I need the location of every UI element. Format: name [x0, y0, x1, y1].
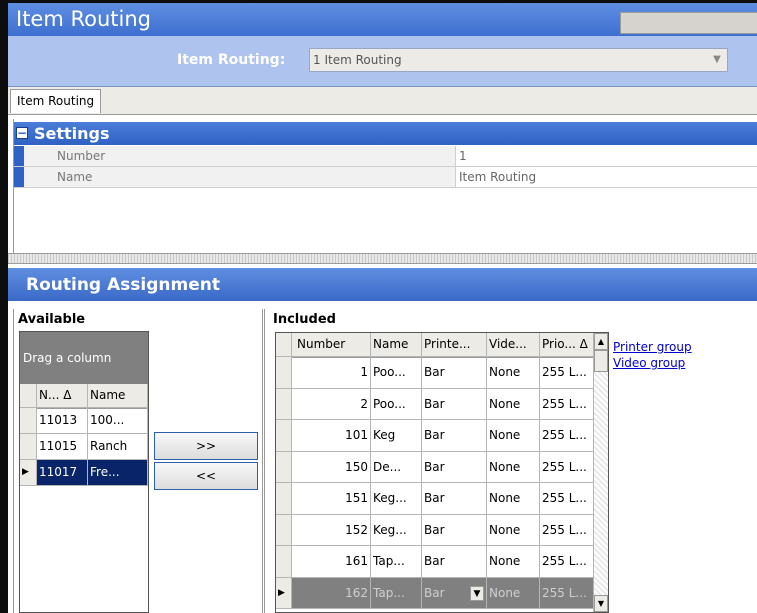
- scroll-up-icon[interactable]: ▲: [594, 333, 608, 350]
- panel-splitter[interactable]: [8, 253, 757, 264]
- item-routing-combo-value: 1 Item Routing: [313, 53, 402, 67]
- item-routing-combo[interactable]: 1 Item Routing ▼: [309, 48, 728, 72]
- settings-category-header[interactable]: − Settings: [14, 122, 757, 145]
- record-selector-bar: Item Routing: 1 Item Routing ▼: [8, 36, 757, 87]
- window-title: Item Routing: [16, 7, 151, 31]
- scroll-thumb[interactable]: [594, 350, 608, 372]
- video-group-link[interactable]: Video group: [613, 355, 692, 371]
- available-panel: Available Drag a column N... Δ Name 1101…: [13, 309, 263, 613]
- column-header-number[interactable]: N... Δ: [37, 384, 88, 408]
- available-grid-header: N... Δ Name: [20, 384, 148, 409]
- included-grid-header: Number Name Printe... Vide... Prio... Δ: [276, 333, 594, 358]
- title-bar: Item Routing: [8, 3, 757, 36]
- printer-dropdown-icon[interactable]: ▼: [470, 585, 484, 601]
- routing-assignment-header: Routing Assignment: [8, 268, 757, 301]
- column-header-printer[interactable]: Printe...: [422, 333, 487, 357]
- property-row-name[interactable]: Name Item Routing: [14, 167, 757, 188]
- column-header-name[interactable]: Name: [88, 384, 148, 408]
- available-grid[interactable]: Drag a column N... Δ Name 11013 100... 1…: [19, 331, 149, 613]
- property-row-number[interactable]: Number 1: [14, 146, 757, 167]
- routing-assignment-title: Routing Assignment: [26, 275, 220, 295]
- settings-property-grid: − Settings Number 1 Name Item Routing: [13, 119, 757, 259]
- property-name: Name: [24, 167, 456, 187]
- included-scrollbar[interactable]: ▲ ▼: [593, 333, 608, 612]
- title-bar-box: [620, 12, 757, 34]
- item-routing-label: Item Routing:: [177, 52, 286, 68]
- property-name: Number: [24, 146, 456, 166]
- column-header-number[interactable]: Number: [292, 333, 371, 357]
- column-header-name[interactable]: Name: [371, 333, 422, 357]
- scroll-down-icon[interactable]: ▼: [594, 595, 608, 612]
- chevron-down-icon[interactable]: ▼: [710, 53, 724, 67]
- row-pointer-icon: ▶: [276, 577, 292, 609]
- group-links: Printer group Video group: [613, 339, 692, 371]
- available-caption: Available: [18, 312, 86, 327]
- tab-strip: Item Routing: [8, 87, 757, 115]
- add-to-included-button[interactable]: >>: [154, 432, 258, 460]
- group-by-drop-area[interactable]: Drag a column: [20, 332, 148, 384]
- row-pointer-icon: ▶: [20, 460, 37, 486]
- remove-from-included-button[interactable]: <<: [154, 462, 258, 490]
- column-header-video[interactable]: Vide...: [487, 333, 540, 357]
- property-value[interactable]: Item Routing: [456, 167, 757, 187]
- property-value[interactable]: 1: [456, 146, 757, 166]
- column-header-priority[interactable]: Prio... Δ: [540, 333, 594, 357]
- collapse-icon[interactable]: −: [16, 127, 28, 139]
- tab-item-routing[interactable]: Item Routing: [10, 89, 102, 113]
- included-caption: Included: [273, 312, 336, 327]
- printer-group-link[interactable]: Printer group: [613, 339, 692, 355]
- settings-header-label: Settings: [34, 124, 110, 143]
- included-grid[interactable]: Number Name Printe... Vide... Prio... Δ …: [275, 332, 609, 613]
